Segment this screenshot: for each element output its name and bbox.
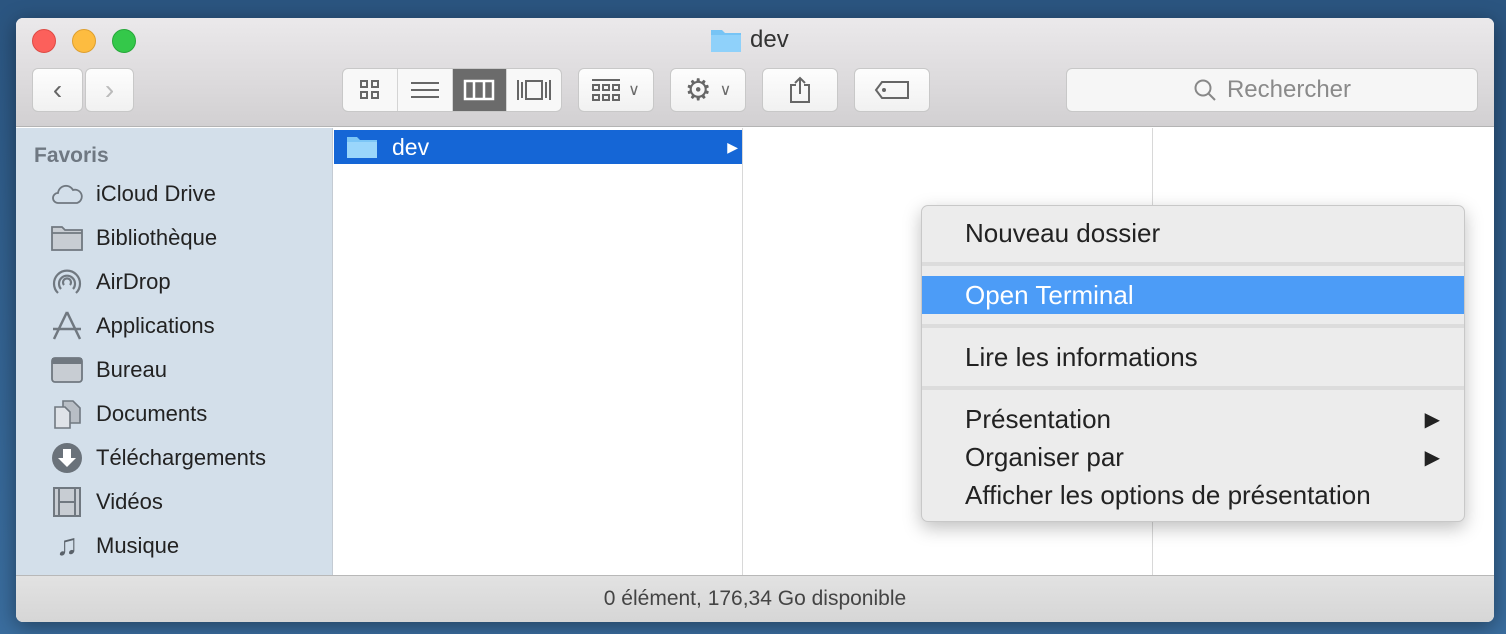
submenu-arrow-icon: ▶ [1424,408,1440,431]
list-icon [410,82,439,98]
status-bar: 0 élément, 176,34 Go disponible [16,575,1494,622]
context-menu: Nouveau dossier Open Terminal Lire les i… [921,205,1465,522]
share-button[interactable] [762,68,838,112]
folder-name: dev [392,133,430,160]
sidebar-item-videos[interactable]: Vidéos [50,482,163,522]
sidebar-item-bureau[interactable]: Bureau [50,350,167,390]
menu-label: Lire les informations [965,341,1198,372]
action-button[interactable]: ⚙ ∨ [670,68,746,112]
menu-item-presentation[interactable]: Présentation ▶ [922,400,1464,438]
menu-item-lire-les-informations[interactable]: Lire les informations [922,338,1464,376]
sidebar-item-label: Documents [96,401,208,426]
music-icon: ♫ [55,529,79,562]
menu-label: Présentation [965,403,1111,434]
grid-icon [359,80,379,99]
disclosure-arrow-icon: ▶ [727,138,738,155]
search-icon [1194,79,1216,101]
close-button[interactable] [32,29,56,53]
sidebar-item-label: Bureau [96,357,167,382]
column-view-button[interactable] [452,69,508,111]
sidebar-item-label: Applications [96,313,215,338]
back-button[interactable]: ‹ [32,68,83,112]
forward-button[interactable]: › [85,68,134,112]
chevron-left-icon: ‹ [52,74,63,105]
film-icon [50,485,84,519]
sidebar-item-icloud-drive[interactable]: iCloud Drive [50,174,216,214]
share-icon [790,76,810,103]
folder-icon [347,137,377,158]
search-input[interactable]: Rechercher [1066,68,1478,112]
sidebar-item-label: Musique [96,533,180,558]
view-selector [342,68,562,112]
menu-label: Nouveau dossier [965,217,1161,248]
sidebar-item-label: Vidéos [96,489,163,514]
cloud-icon [50,177,84,211]
sidebar-item-label: Téléchargements [96,445,266,470]
menu-separator [922,262,1464,266]
sidebar-item-airdrop[interactable]: AirDrop [50,262,171,302]
sidebar-item-label: Bibliothèque [96,225,218,250]
minimize-button[interactable] [72,29,96,53]
toolbar: dev ‹ › ∨ ⚙ ∨ Rechercher [16,18,1494,127]
chevron-down-icon: ∨ [719,82,732,99]
search-placeholder: Rechercher [1226,76,1352,103]
chevron-down-icon: ∨ [628,82,640,99]
sidebar-item-label: AirDrop [96,269,171,294]
arrange-button[interactable]: ∨ [578,68,654,112]
submenu-arrow-icon: ▶ [1424,446,1440,469]
icon-view-button[interactable] [343,69,398,111]
sidebar-item-telechargements[interactable]: Téléchargements [50,438,266,478]
download-icon [50,441,84,475]
column-1 [333,128,743,575]
cover-flow-button[interactable] [507,69,561,111]
menu-item-afficher-options[interactable]: Afficher les options de présentation [922,476,1464,514]
sidebar-item-documents[interactable]: Documents [50,394,207,434]
window-title: dev [710,26,789,54]
desktop-icon [50,353,84,387]
menu-separator [922,386,1464,390]
menu-label: Organiser par [965,441,1124,472]
menu-item-nouveau-dossier[interactable]: Nouveau dossier [922,214,1464,252]
chevron-right-icon: › [104,74,115,105]
columns-icon [464,79,495,101]
documents-icon [50,397,84,431]
sidebar-item-bibliotheque[interactable]: Bibliothèque [50,218,217,258]
folder-row-dev[interactable]: dev ▶ [334,130,742,164]
menu-item-organiser-par[interactable]: Organiser par ▶ [922,438,1464,476]
cover-flow-icon [517,80,552,100]
gear-icon: ⚙ [684,73,712,107]
folder-icon [711,30,741,52]
airdrop-icon [50,265,84,299]
sidebar-item-label: iCloud Drive [96,181,216,206]
sidebar-heading: Favoris [34,144,109,167]
menu-item-open-terminal[interactable]: Open Terminal [922,276,1464,314]
folder-icon [50,221,84,255]
sidebar-item-applications[interactable]: Applications [50,306,215,346]
sidebar: Favoris iCloud Drive Bibliothèque AirDro… [16,128,333,575]
list-view-button[interactable] [398,69,453,111]
tag-icon [874,81,909,99]
title-text: dev [750,26,789,53]
menu-label: Afficher les options de présentation [965,479,1371,510]
menu-label: Open Terminal [965,279,1134,310]
applications-icon [50,309,84,343]
arrange-icon [592,79,621,101]
tag-button[interactable] [854,68,930,112]
zoom-button[interactable] [112,29,136,53]
sidebar-item-musique[interactable]: ♫ Musique [50,526,179,566]
menu-separator [922,324,1464,328]
